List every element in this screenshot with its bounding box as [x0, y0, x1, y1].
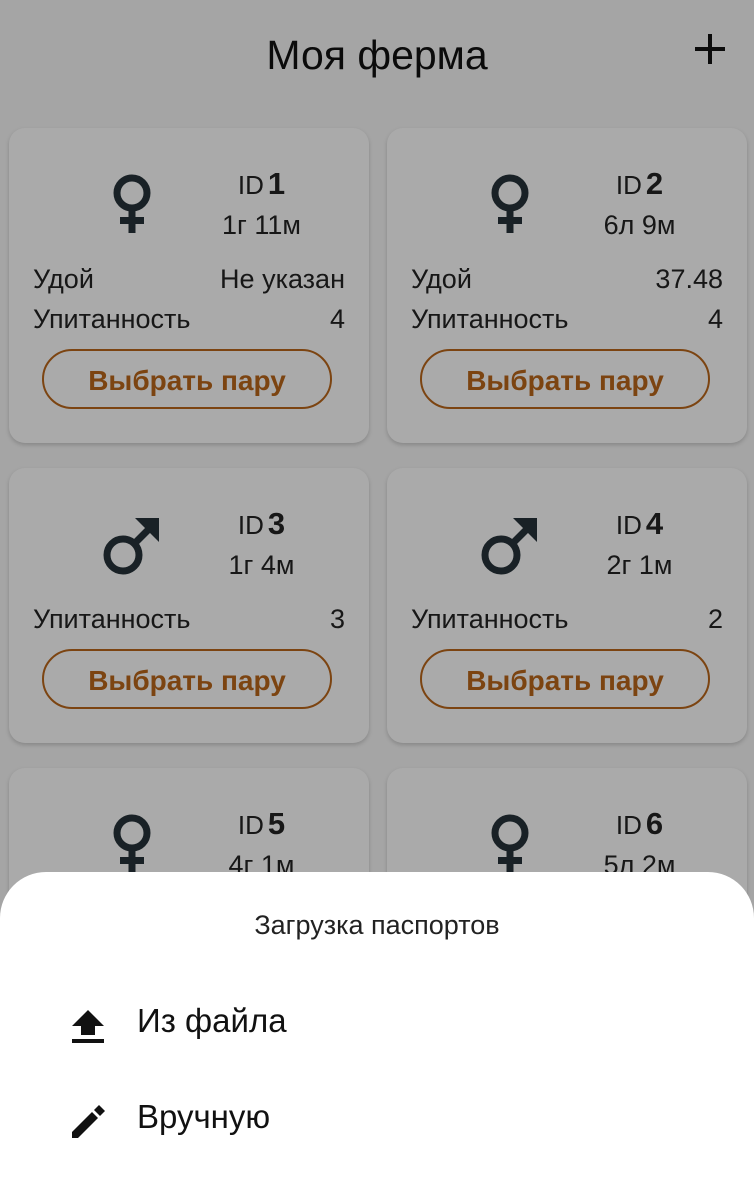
sheet-title: Загрузка паспортов: [254, 910, 500, 940]
upload-from-file-option[interactable]: Из файла: [0, 980, 754, 1070]
pencil-icon: [72, 1105, 105, 1138]
upload-bottom-sheet: Загрузка паспортов Из файла Вручную: [0, 872, 754, 1204]
upload-icon: [72, 1010, 104, 1043]
option-label: Из файла: [137, 1002, 287, 1039]
manual-entry-option[interactable]: Вручную: [0, 1076, 754, 1166]
option-label: Вручную: [137, 1098, 271, 1135]
